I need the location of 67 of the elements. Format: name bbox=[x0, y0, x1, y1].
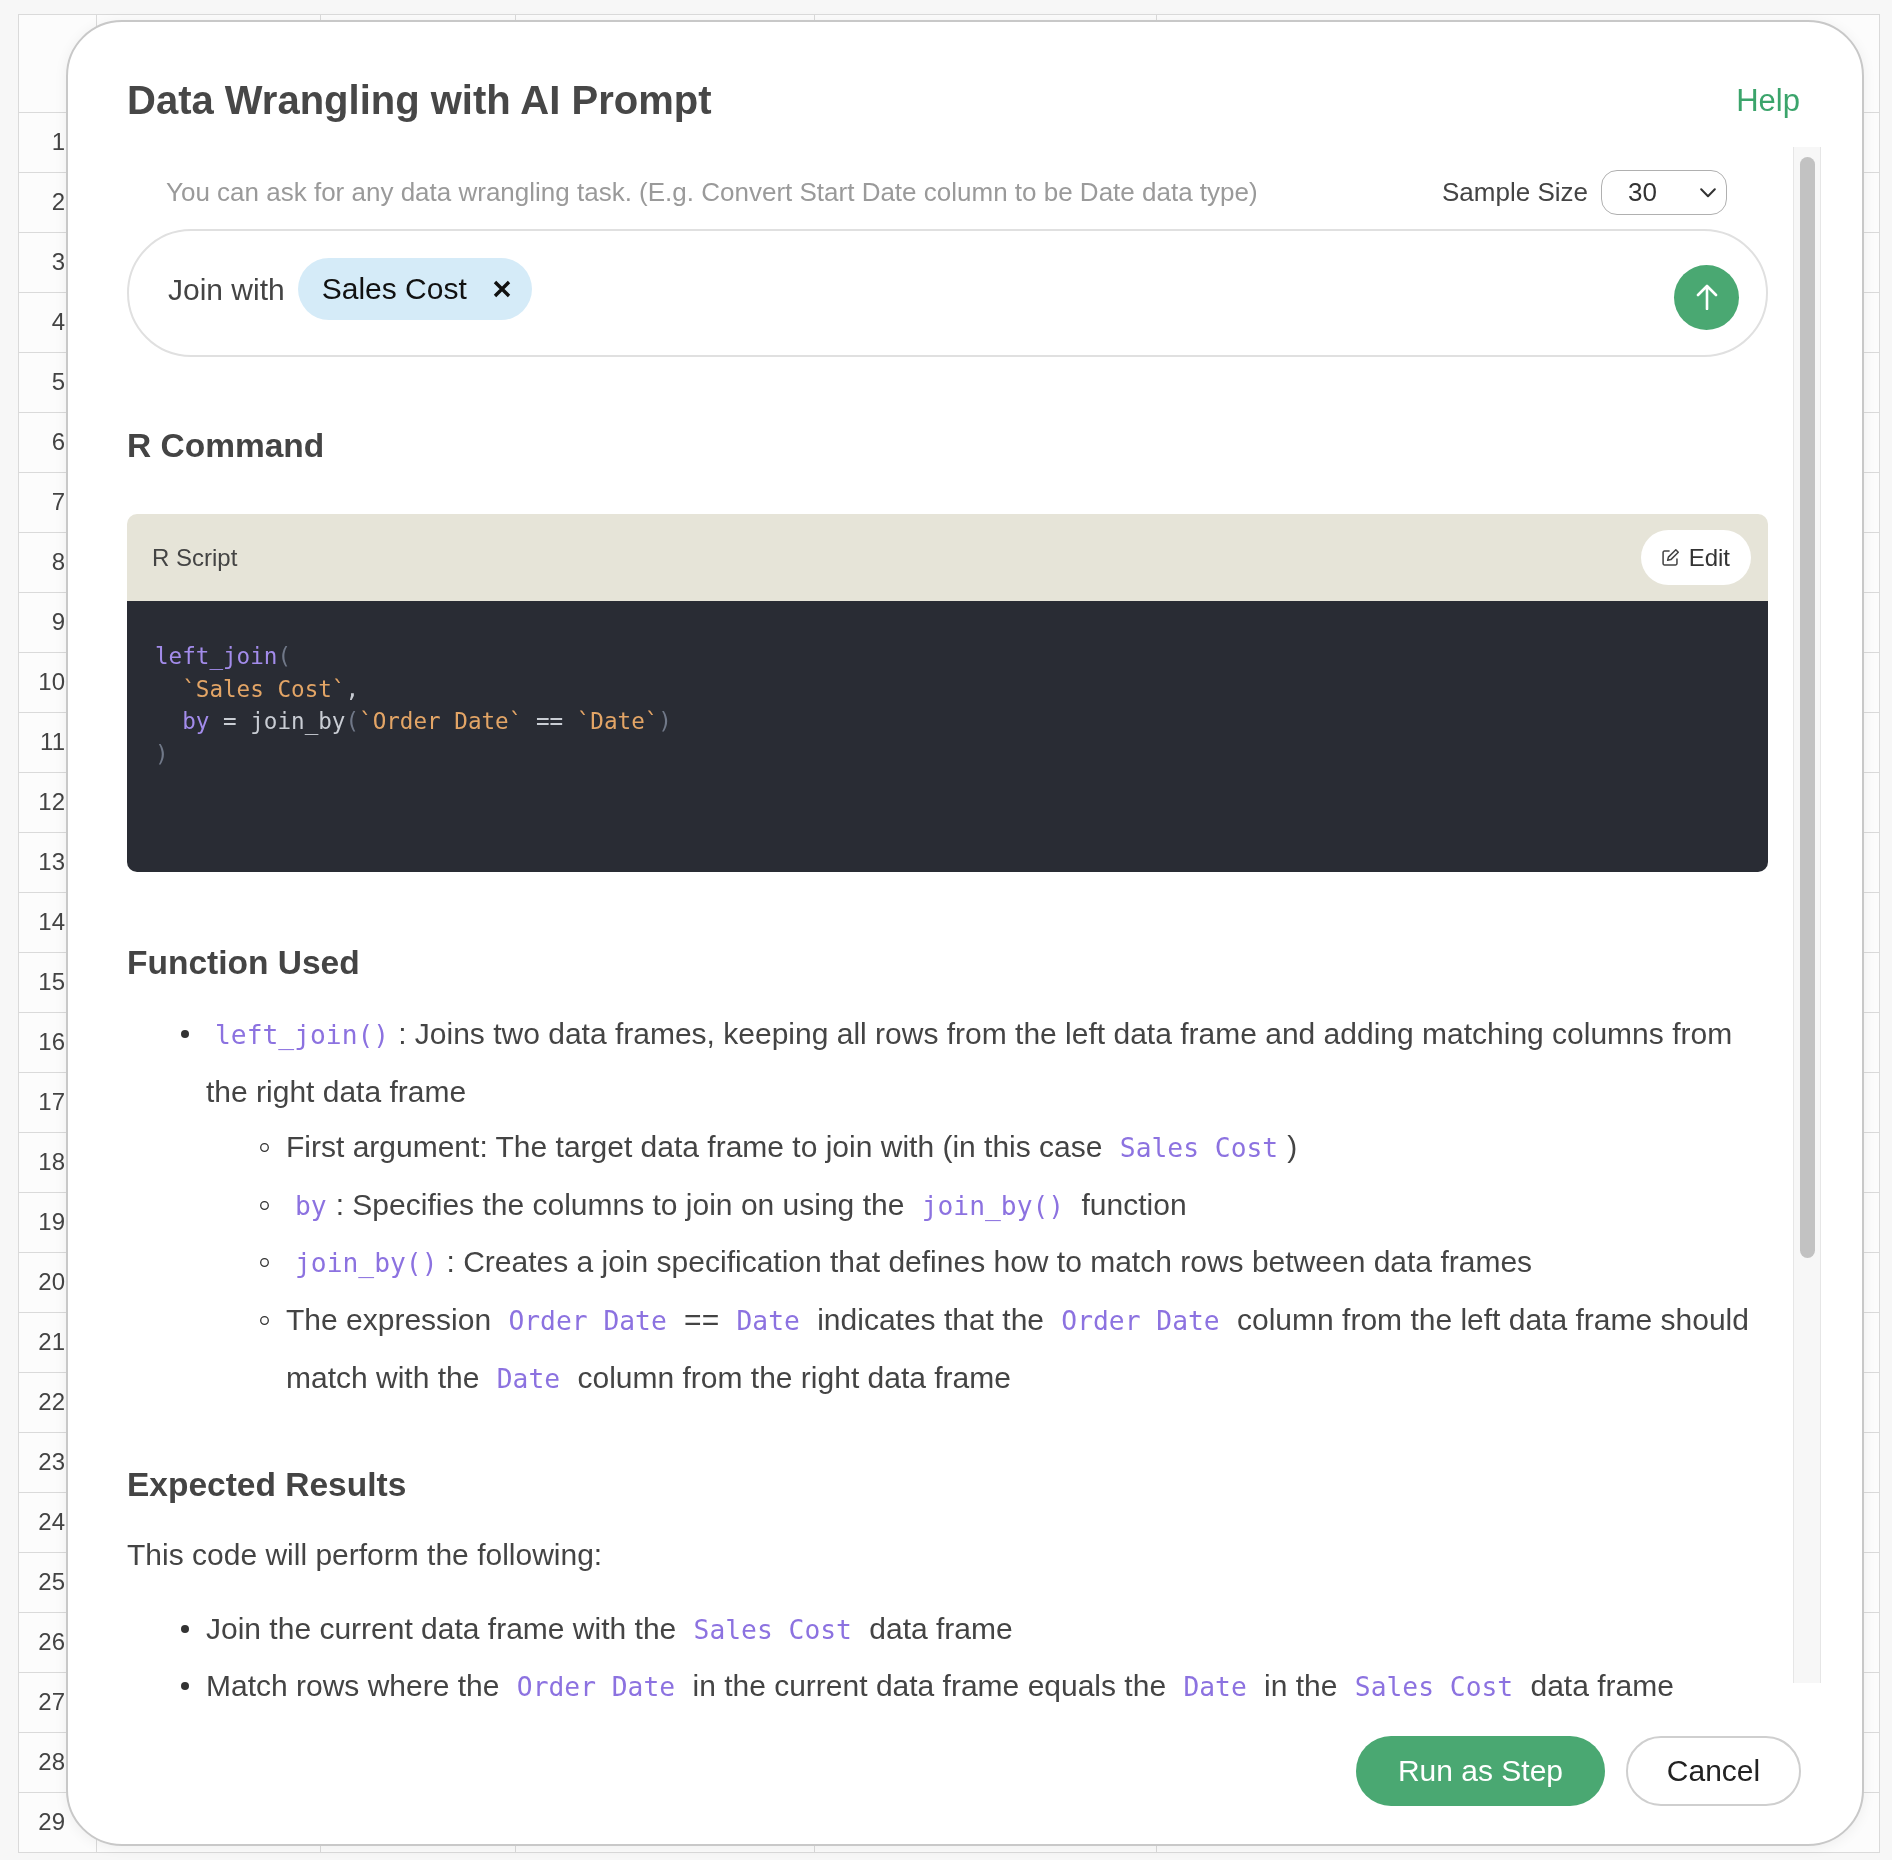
row-number: 28 bbox=[38, 1748, 65, 1777]
sample-size-select[interactable]: 30 bbox=[1601, 170, 1727, 215]
row-number: 15 bbox=[38, 968, 65, 997]
row-number: 26 bbox=[38, 1628, 65, 1657]
row-number: 27 bbox=[38, 1688, 65, 1717]
list-item-text: by : Specifies the columns to join on using the join_by() function bbox=[294, 1186, 1187, 1223]
row-number: 18 bbox=[38, 1148, 65, 1177]
row-number: 25 bbox=[38, 1568, 65, 1597]
list-item-text: join_by() : Creates a join specification that defines how to match rows between data frames bbox=[294, 1244, 1533, 1281]
row-number: 12 bbox=[38, 788, 65, 817]
row-number: 5 bbox=[51, 368, 65, 397]
row-number: 11 bbox=[40, 728, 65, 757]
code-line: `Sales Cost`, bbox=[181, 674, 360, 704]
code-title: R Script bbox=[152, 543, 238, 572]
list-item-text: First argument: The target data frame to join with (in this case Sales Cost ) bbox=[286, 1129, 1298, 1166]
bullet-icon bbox=[260, 1258, 269, 1268]
instruction-text: You can ask for any data wrangling task. (E.g. Convert Start Date column to be Date data type) bbox=[166, 177, 1258, 208]
bullet-icon bbox=[260, 1143, 269, 1153]
row-number: 13 bbox=[38, 848, 65, 877]
code-line: ) bbox=[155, 739, 169, 769]
row-number: 4 bbox=[51, 308, 65, 337]
code-line: by = join_by(`Order Date` == `Date`) bbox=[181, 707, 672, 737]
bullet-icon bbox=[260, 1315, 269, 1325]
row-number: 19 bbox=[38, 1208, 65, 1237]
row-number: 14 bbox=[38, 908, 65, 937]
row-number: 24 bbox=[38, 1508, 65, 1537]
row-number: 29 bbox=[38, 1808, 65, 1837]
edit-icon bbox=[1660, 548, 1680, 567]
cancel-button[interactable]: Cancel bbox=[1626, 1736, 1801, 1806]
dialog-title: Data Wrangling with AI Prompt bbox=[127, 76, 712, 124]
section-heading: Expected Results bbox=[127, 1465, 407, 1506]
section-heading: Function Used bbox=[127, 943, 360, 983]
chevron-down-icon bbox=[1700, 187, 1716, 198]
bullet-icon bbox=[181, 1624, 189, 1633]
tag-label: Sales Cost bbox=[321, 272, 467, 306]
row-number: 6 bbox=[51, 428, 65, 457]
row-number: 17 bbox=[38, 1088, 65, 1117]
edit-button[interactable]: Edit bbox=[1640, 530, 1751, 585]
row-number: 22 bbox=[38, 1388, 65, 1417]
scrollbar-thumb[interactable] bbox=[1800, 157, 1815, 1258]
row-number: 16 bbox=[38, 1028, 65, 1057]
row-number: 1 bbox=[51, 128, 65, 157]
row-number: 2 bbox=[51, 188, 65, 217]
sample-size-label: Sample Size bbox=[1442, 177, 1588, 208]
prompt-text: Join with bbox=[168, 273, 285, 307]
bullet-icon bbox=[181, 1682, 189, 1691]
scrollbar-track[interactable] bbox=[1793, 147, 1821, 1683]
list-item-text: The expression Order Date == Date indicates that the Order Date column from the left data frame should match with the Date column from the right data frame bbox=[286, 1301, 1750, 1396]
row-number: 9 bbox=[51, 608, 65, 637]
row-number: 21 bbox=[38, 1328, 65, 1357]
row-number: 7 bbox=[51, 488, 65, 517]
paragraph-text: This code will perform the following: bbox=[127, 1537, 603, 1574]
bullet-icon bbox=[181, 1030, 189, 1038]
list-item-text: Match rows where the Order Date in the current data frame equals the Date in the Sales Cost data frame bbox=[206, 1668, 1674, 1705]
row-number: 20 bbox=[38, 1268, 65, 1297]
row-number: 3 bbox=[51, 248, 65, 277]
row-number: 23 bbox=[38, 1448, 65, 1477]
list-item-text: left_join() : Joins two data frames, keeping all rows from the left data frame and adding matching columns from the right data frame bbox=[206, 1016, 1734, 1110]
code-line: left_join( bbox=[155, 642, 292, 672]
list-item-text: Join the current data frame with the Sales Cost data frame bbox=[206, 1610, 1013, 1647]
bullet-icon bbox=[260, 1200, 269, 1210]
close-icon[interactable] bbox=[492, 280, 511, 298]
row-number: 10 bbox=[38, 668, 65, 697]
row-number: 8 bbox=[51, 548, 65, 577]
prompt-field[interactable]: Join with Sales Cost bbox=[127, 229, 1768, 357]
arrow-up-icon bbox=[1695, 284, 1718, 310]
section-heading: R Command bbox=[127, 426, 325, 466]
